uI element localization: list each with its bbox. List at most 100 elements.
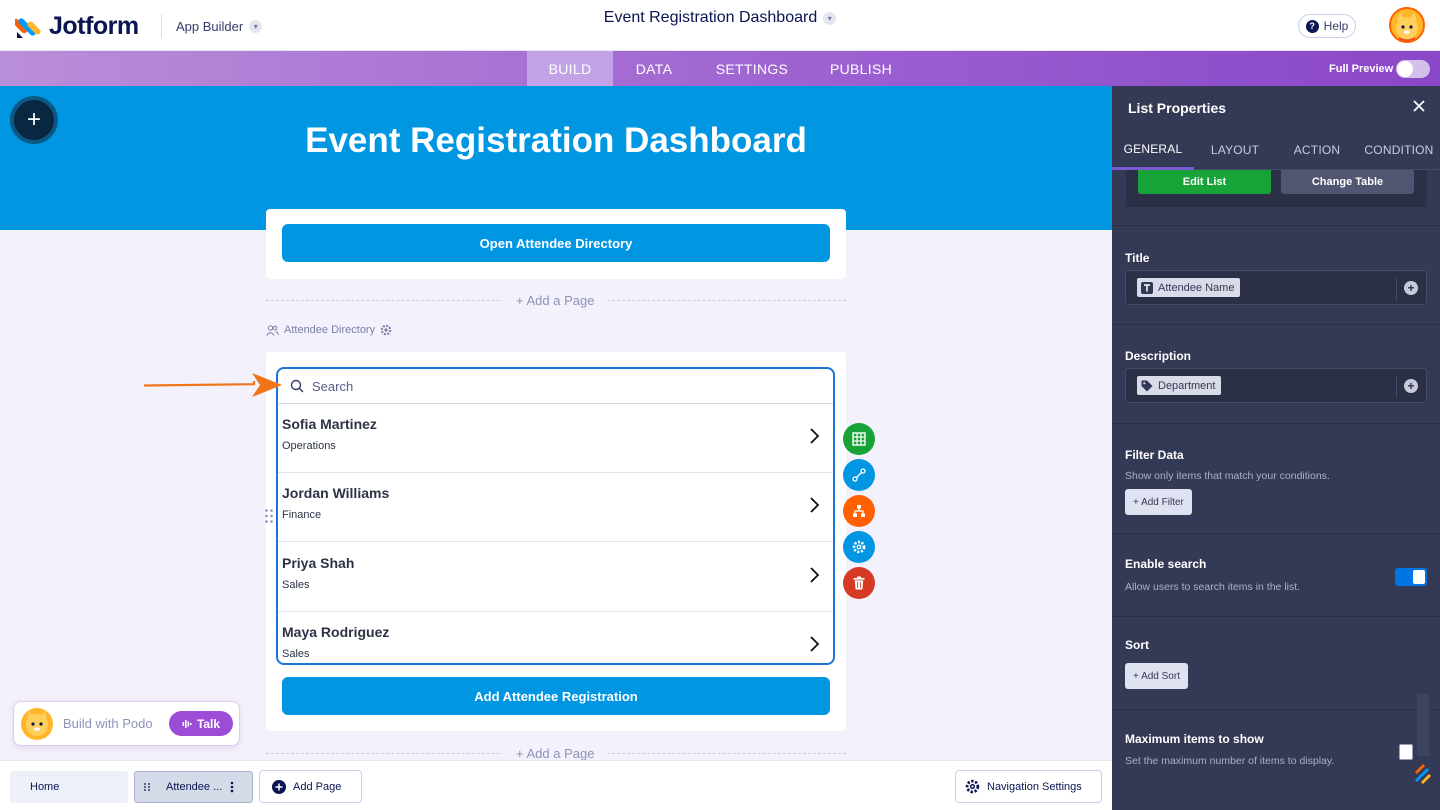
item-description: Sales (282, 648, 310, 660)
section-divider (1112, 616, 1440, 617)
filter-section-label: Filter Data (1125, 448, 1184, 462)
document-title-dropdown[interactable]: Event Registration Dashboard ▾ (603, 9, 837, 27)
add-field-icon[interactable]: + (1404, 281, 1418, 295)
description-section-label: Description (1125, 349, 1192, 363)
table-view-button[interactable] (843, 423, 875, 455)
chevron-right-icon (810, 428, 820, 444)
chevron-right-icon (810, 497, 820, 513)
item-title: Priya Shah (282, 555, 355, 571)
tab-condition[interactable]: CONDITION (1358, 130, 1440, 170)
properties-button[interactable] (843, 531, 875, 563)
item-description: Finance (282, 509, 322, 521)
tab-general[interactable]: GENERAL (1112, 130, 1194, 170)
cat-avatar-icon (26, 711, 48, 736)
table-icon (852, 432, 866, 446)
tab-settings[interactable]: SETTINGS (695, 51, 809, 86)
page-tab-attendee[interactable]: Attendee ... (134, 771, 253, 803)
list-item[interactable]: Sofia Martinez Operations (278, 404, 833, 473)
edit-list-button[interactable]: Edit List (1138, 170, 1271, 194)
talk-label: Talk (196, 716, 221, 731)
drag-handle-icon (144, 783, 150, 791)
add-page-button[interactable]: Add Page (259, 770, 362, 803)
section-divider (1112, 423, 1440, 424)
search-bar[interactable]: Search (278, 369, 833, 404)
users-icon (266, 324, 279, 336)
text-type-icon (1141, 281, 1153, 294)
item-title: Jordan Williams (282, 485, 390, 501)
add-element-button[interactable]: + (10, 96, 58, 144)
user-avatar[interactable] (1389, 7, 1425, 43)
add-filter-button[interactable]: + Add Filter (1125, 489, 1192, 515)
add-attendee-registration-button[interactable]: Add Attendee Registration (282, 677, 830, 715)
hierarchy-button[interactable] (843, 495, 875, 527)
page-label-text: Attendee Directory (284, 324, 376, 336)
annotation-arrow-icon (144, 373, 282, 397)
document-title-text: Event Registration Dashboard (603, 9, 818, 26)
description-field[interactable]: Department + (1125, 368, 1427, 403)
page-tab-label: Attendee ... (166, 781, 223, 793)
help-icon: ? (1305, 19, 1319, 33)
tab-build[interactable]: BUILD (527, 51, 613, 86)
navigation-settings-button[interactable]: Navigation Settings (955, 770, 1102, 803)
add-page-link[interactable]: + Add a Page (502, 293, 609, 308)
drag-handle-icon[interactable] (264, 508, 274, 524)
action-button[interactable] (843, 459, 875, 491)
tab-layout[interactable]: LAYOUT (1194, 130, 1276, 170)
title-section-label: Title (1125, 251, 1150, 265)
plus-icon: + (26, 106, 41, 133)
podo-avatar (21, 708, 53, 740)
field-tag[interactable]: Attendee Name (1137, 278, 1241, 297)
more-vertical-icon[interactable] (230, 781, 234, 793)
navigation-settings-label: Navigation Settings (987, 780, 1082, 793)
field-tag[interactable]: Department (1137, 376, 1222, 395)
podo-label: Build with Podo (63, 716, 153, 731)
list-actions: Edit List Change Table (1126, 170, 1427, 207)
chevron-down-icon: ▾ (823, 11, 837, 25)
top-bar: Jotform App Builder ▾ Event Registration… (0, 0, 1440, 51)
list-item[interactable]: Priya Shah Sales (278, 543, 833, 612)
tab-publish[interactable]: PUBLISH (809, 51, 913, 86)
change-table-button[interactable]: Change Table (1281, 170, 1414, 194)
list-item[interactable]: Maya Rodriguez Sales (278, 612, 833, 681)
max-items-description: Set the maximum number of items to displ… (1125, 755, 1335, 767)
enable-search-toggle[interactable] (1395, 568, 1427, 586)
section-divider (1112, 533, 1440, 534)
tab-data[interactable]: DATA (613, 51, 695, 86)
full-preview-toggle[interactable] (1396, 60, 1430, 78)
add-page-label: Add Page (293, 780, 342, 793)
add-sort-button[interactable]: + Add Sort (1125, 663, 1188, 689)
title-field[interactable]: Attendee Name + (1125, 270, 1427, 305)
document-title: Event Registration Dashboard ▾ (0, 9, 1440, 27)
jotform-watermark-icon (1415, 694, 1431, 784)
add-field-icon[interactable]: + (1404, 379, 1418, 393)
filter-section-description: Show only items that match your conditio… (1125, 470, 1330, 482)
search-input[interactable]: Search (312, 379, 353, 394)
page-tab-home[interactable]: Home (10, 771, 128, 803)
tag-icon (1141, 380, 1153, 391)
field-tag-label: Attendee Name (1158, 281, 1235, 294)
podo-assistant[interactable]: Build with Podo Talk (13, 701, 240, 746)
help-button[interactable]: ? Help (1298, 14, 1356, 38)
list-item[interactable]: Jordan Williams Finance (278, 473, 833, 542)
item-description: Sales (282, 579, 310, 591)
divider (1396, 376, 1397, 398)
gear-icon[interactable] (380, 324, 392, 336)
item-title: Sofia Martinez (282, 416, 377, 432)
tab-action[interactable]: ACTION (1276, 130, 1358, 170)
talk-button[interactable]: Talk (169, 711, 233, 736)
section-divider (1112, 225, 1440, 226)
page-tab-label: Home (30, 781, 60, 793)
item-title: Maya Rodriguez (282, 624, 390, 640)
sitemap-icon (853, 505, 865, 517)
add-page-link[interactable]: + Add a Page (502, 746, 609, 761)
route-icon (852, 468, 866, 482)
close-icon[interactable] (1412, 99, 1426, 113)
page-navigation-bar: Home Attendee ... Add Page Navigation Se… (0, 760, 1112, 810)
enable-search-label: Enable search (1125, 557, 1207, 571)
delete-button[interactable] (843, 567, 875, 599)
app-title: Event Registration Dashboard (305, 121, 807, 160)
open-attendee-directory-button[interactable]: Open Attendee Directory (282, 224, 830, 262)
attendee-list[interactable]: Search Sofia Martinez Operations Jordan … (276, 367, 835, 665)
page-label: Attendee Directory (266, 324, 392, 336)
chevron-right-icon (810, 567, 820, 583)
